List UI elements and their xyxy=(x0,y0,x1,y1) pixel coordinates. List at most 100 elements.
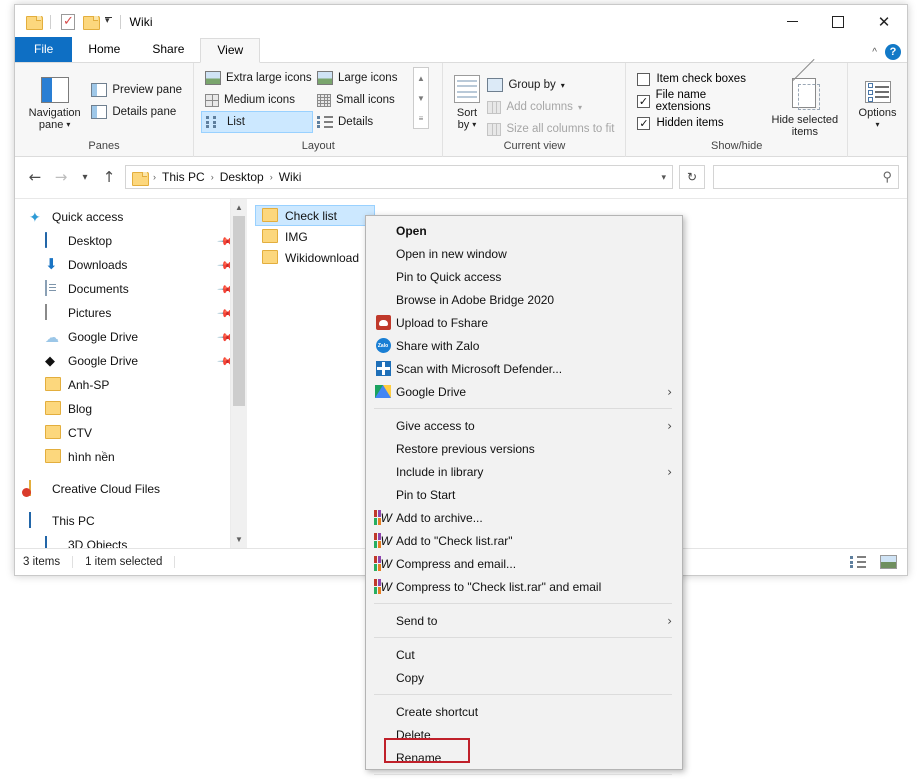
close-button[interactable]: ✕ xyxy=(861,5,907,38)
scrollbar-thumb[interactable] xyxy=(233,216,245,406)
menu-item-pin-to-quick-access[interactable]: Pin to Quick access xyxy=(366,265,682,288)
layout-list[interactable]: List xyxy=(201,111,313,133)
sidebar-item-google-drive-cloud[interactable]: ☁ Google Drive 📌 xyxy=(15,325,247,349)
layout-details[interactable]: Details xyxy=(313,111,409,133)
menu-item-open[interactable]: Open xyxy=(366,219,682,242)
item-check-boxes-checkbox[interactable]: Item check boxes xyxy=(637,68,755,90)
menu-item-browse-in-adobe-bridge[interactable]: Browse in Adobe Bridge 2020 xyxy=(366,288,682,311)
layout-large-icons[interactable]: Large icons xyxy=(313,67,409,89)
breadcrumb-item-this-pc[interactable]: This PC xyxy=(162,170,205,184)
menu-item-upload-to-fshare[interactable]: Upload to Fshare xyxy=(366,311,682,334)
menu-item-copy[interactable]: Copy xyxy=(366,666,682,689)
sidebar-item-downloads[interactable]: ⬇ Downloads 📌 xyxy=(15,253,247,277)
options-button[interactable]: Options ▾ xyxy=(855,79,900,131)
breadcrumb-item-wiki[interactable]: Wiki xyxy=(279,170,302,184)
chevron-down-icon[interactable]: ▾ xyxy=(561,81,565,90)
sidebar-item-desktop[interactable]: Desktop 📌 xyxy=(15,229,247,253)
menu-item-compress-and-email[interactable]: W Compress and email... xyxy=(366,552,682,575)
sidebar-item-hinh-nen[interactable]: hình nền xyxy=(15,445,247,469)
chevron-down-icon[interactable]: ▾ xyxy=(578,103,582,112)
menu-item-create-shortcut[interactable]: Create shortcut xyxy=(366,700,682,723)
menu-item-restore-previous-versions[interactable]: Restore previous versions xyxy=(366,437,682,460)
tab-home[interactable]: Home xyxy=(72,37,136,62)
large-icons-view-button[interactable] xyxy=(877,552,899,572)
breadcrumb[interactable]: › This PC › Desktop › Wiki ▾ xyxy=(125,165,673,189)
menu-item-scan-with-microsoft-defender[interactable]: Scan with Microsoft Defender... xyxy=(366,357,682,380)
menu-item-add-to-check-list-rar[interactable]: W Add to "Check list.rar" xyxy=(366,529,682,552)
documents-icon xyxy=(45,281,61,297)
chevron-down-icon[interactable]: ▾ xyxy=(661,172,666,183)
details-view-button[interactable] xyxy=(847,552,869,572)
hidden-items-checkbox[interactable]: ✓ Hidden items xyxy=(637,112,755,134)
chevron-down-icon[interactable]: ▾ xyxy=(472,119,476,131)
folder-icon[interactable] xyxy=(23,12,43,32)
menu-item-open-in-new-window[interactable]: Open in new window xyxy=(366,242,682,265)
sidebar-item-3d-objects[interactable]: 3D Objects xyxy=(15,533,247,548)
new-folder-icon[interactable] xyxy=(80,12,100,32)
tab-view[interactable]: View xyxy=(200,38,260,63)
layout-small-icons[interactable]: Small icons xyxy=(313,89,409,111)
list-item[interactable]: Check list xyxy=(255,205,375,226)
ribbon-group-label-current-view: Current view xyxy=(443,140,625,157)
details-pane-button[interactable]: Details pane xyxy=(87,101,186,123)
sort-by-button[interactable]: Sort by ▾ xyxy=(450,73,483,131)
tab-share[interactable]: Share xyxy=(136,37,200,62)
search-icon[interactable]: ⚲ xyxy=(882,169,892,185)
chevron-up-icon[interactable]: ^ xyxy=(872,47,877,58)
menu-item-share-with-zalo[interactable]: Zalo Share with Zalo xyxy=(366,334,682,357)
chevron-down-icon[interactable] xyxy=(102,15,113,26)
menu-item-google-drive[interactable]: Google Drive › xyxy=(366,380,682,403)
menu-item-pin-to-start[interactable]: Pin to Start xyxy=(366,483,682,506)
sidebar-item-quick-access[interactable]: ✦ Quick access xyxy=(15,205,247,229)
menu-item-send-to[interactable]: Send to › xyxy=(366,609,682,632)
sidebar-item-documents[interactable]: Documents 📌 xyxy=(15,277,247,301)
menu-item-add-to-archive[interactable]: W Add to archive... xyxy=(366,506,682,529)
list-item[interactable]: IMG xyxy=(255,226,375,247)
layout-gallery-scrollbar[interactable]: ▲ ▼ ≡ xyxy=(413,67,429,129)
menu-item-give-access-to[interactable]: Give access to › xyxy=(366,414,682,437)
scroll-down-arrow-icon[interactable]: ▼ xyxy=(231,531,247,548)
navigation-pane-scrollbar[interactable]: ▲ ▼ xyxy=(230,199,247,548)
layout-medium-icons[interactable]: Medium icons xyxy=(201,89,313,111)
add-columns-button[interactable]: Add columns ▾ xyxy=(483,96,618,118)
options-label: Options xyxy=(859,107,897,119)
properties-icon[interactable] xyxy=(58,12,78,32)
sidebar-item-creative-cloud-files[interactable]: Creative Cloud Files xyxy=(15,477,247,501)
list-item[interactable]: Wikidownload xyxy=(255,247,375,268)
preview-pane-button[interactable]: Preview pane xyxy=(87,79,186,101)
gallery-more-icon[interactable]: ≡ xyxy=(419,114,424,123)
menu-item-include-in-library[interactable]: Include in library › xyxy=(366,460,682,483)
recent-locations-button[interactable]: ▾ xyxy=(75,165,95,189)
tab-file[interactable]: File xyxy=(15,37,72,62)
group-by-button[interactable]: Group by ▾ xyxy=(483,74,618,96)
menu-item-compress-to-check-list-rar-and-email[interactable]: W Compress to "Check list.rar" and email xyxy=(366,575,682,598)
forward-button[interactable]: → xyxy=(49,165,73,189)
sidebar-item-pictures[interactable]: Pictures 📌 xyxy=(15,301,247,325)
sidebar-item-google-drive[interactable]: ◆ Google Drive 📌 xyxy=(15,349,247,373)
sidebar-item-ctv[interactable]: CTV xyxy=(15,421,247,445)
search-input[interactable] xyxy=(720,170,882,184)
minimize-button[interactable] xyxy=(769,5,815,38)
scroll-up-arrow-icon[interactable]: ▲ xyxy=(231,199,247,216)
chevron-down-icon[interactable]: ▾ xyxy=(875,119,879,131)
breadcrumb-item-desktop[interactable]: Desktop xyxy=(220,170,264,184)
refresh-button[interactable]: ↻ xyxy=(679,165,705,189)
back-button[interactable]: ← xyxy=(23,165,47,189)
navigation-pane-button[interactable]: Navigation pane ▾ xyxy=(28,75,81,131)
chevron-down-icon[interactable]: ▾ xyxy=(66,119,70,131)
status-item-count: 3 items xyxy=(23,556,73,568)
gallery-down-arrow-icon[interactable]: ▼ xyxy=(417,94,425,103)
maximize-button[interactable] xyxy=(815,5,861,38)
search-box[interactable]: ⚲ xyxy=(713,165,899,189)
sidebar-item-anh-sp[interactable]: Anh-SP xyxy=(15,373,247,397)
gallery-up-arrow-icon[interactable]: ▲ xyxy=(417,74,425,83)
help-icon[interactable]: ? xyxy=(885,44,901,60)
menu-item-cut[interactable]: Cut xyxy=(366,643,682,666)
file-name-extensions-checkbox[interactable]: ✓ File name extensions xyxy=(637,90,755,112)
size-all-columns-button[interactable]: Size all columns to fit xyxy=(483,118,618,140)
sidebar-item-this-pc[interactable]: This PC xyxy=(15,509,247,533)
layout-extra-large-icons[interactable]: Extra large icons xyxy=(201,67,313,89)
sidebar-item-blog[interactable]: Blog xyxy=(15,397,247,421)
hide-selected-items-button[interactable]: Hide selected items xyxy=(770,76,840,138)
up-button[interactable]: ↑ xyxy=(97,165,121,189)
